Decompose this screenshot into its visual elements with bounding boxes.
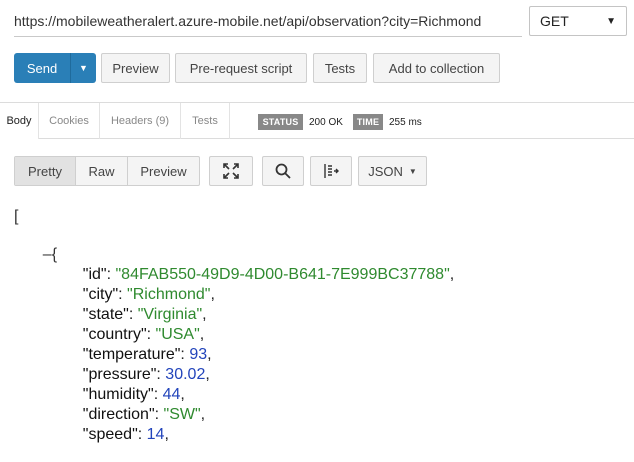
tests-button[interactable]: Tests bbox=[313, 53, 367, 83]
search-button[interactable] bbox=[262, 156, 304, 186]
add-to-collection-button[interactable]: Add to collection bbox=[373, 53, 500, 83]
response-tab-bar: Body Cookies Headers (9) Tests STATUS 20… bbox=[0, 102, 634, 139]
caret-down-icon: ▼ bbox=[408, 166, 417, 176]
preview-view-button[interactable]: Preview bbox=[128, 157, 199, 185]
json-field: "pressure": 30.02, bbox=[82, 366, 210, 383]
json-open-brace: { bbox=[51, 246, 58, 263]
tab-tests[interactable]: Tests bbox=[180, 103, 230, 139]
json-field: "city": "Richmond", bbox=[82, 286, 215, 303]
json-field: "humidity": 44, bbox=[82, 386, 185, 403]
time-badge: TIME bbox=[353, 114, 383, 130]
caret-down-icon: ▼ bbox=[79, 63, 88, 73]
send-button[interactable]: Send bbox=[14, 53, 71, 83]
json-open-bracket: [ bbox=[14, 208, 19, 225]
collapse-icon: – bbox=[42, 246, 52, 263]
json-field: "direction": "SW", bbox=[82, 406, 206, 423]
json-field: "country": "USA", bbox=[82, 326, 205, 343]
prerequest-script-button[interactable]: Pre-request script bbox=[175, 53, 307, 83]
json-value: "SW" bbox=[163, 406, 201, 423]
tab-headers[interactable]: Headers (9) bbox=[99, 103, 180, 139]
tab-body[interactable]: Body bbox=[0, 103, 38, 139]
json-field: "temperature": 93, bbox=[82, 346, 212, 363]
preview-button[interactable]: Preview bbox=[101, 53, 170, 83]
json-field: "state": "Virginia", bbox=[82, 306, 207, 323]
status-badge: STATUS bbox=[258, 114, 303, 130]
caret-down-icon: ▼ bbox=[606, 15, 616, 27]
pretty-view-button[interactable]: Pretty bbox=[15, 157, 76, 185]
tab-cookies[interactable]: Cookies bbox=[38, 103, 99, 139]
send-options-button[interactable]: ▼ bbox=[71, 53, 96, 83]
method-value: GET bbox=[540, 13, 569, 29]
wrap-lines-icon bbox=[324, 164, 339, 178]
raw-view-button[interactable]: Raw bbox=[76, 157, 128, 185]
search-icon bbox=[275, 163, 291, 179]
format-value: JSON bbox=[368, 163, 403, 179]
wrap-lines-button[interactable] bbox=[310, 156, 352, 186]
method-select[interactable]: GET ▼ bbox=[529, 6, 627, 36]
json-value: 14 bbox=[146, 426, 165, 443]
status-value: 200 OK bbox=[309, 116, 343, 128]
json-field: "id": "84FAB550-49D9-4D00-B641-7E999BC37… bbox=[82, 266, 455, 283]
expand-icon bbox=[223, 163, 239, 179]
view-mode-group: Pretty Raw Preview bbox=[14, 156, 200, 186]
time-value: 255 ms bbox=[389, 116, 422, 128]
collapse-toggle[interactable]: –{ bbox=[25, 228, 57, 263]
format-select[interactable]: JSON ▼ bbox=[358, 156, 427, 186]
send-button-group: Send ▼ bbox=[14, 53, 96, 83]
json-key: speed bbox=[88, 426, 133, 443]
expand-button[interactable] bbox=[209, 156, 253, 186]
url-input[interactable] bbox=[14, 6, 522, 37]
json-field: "speed": 14, bbox=[82, 426, 169, 443]
